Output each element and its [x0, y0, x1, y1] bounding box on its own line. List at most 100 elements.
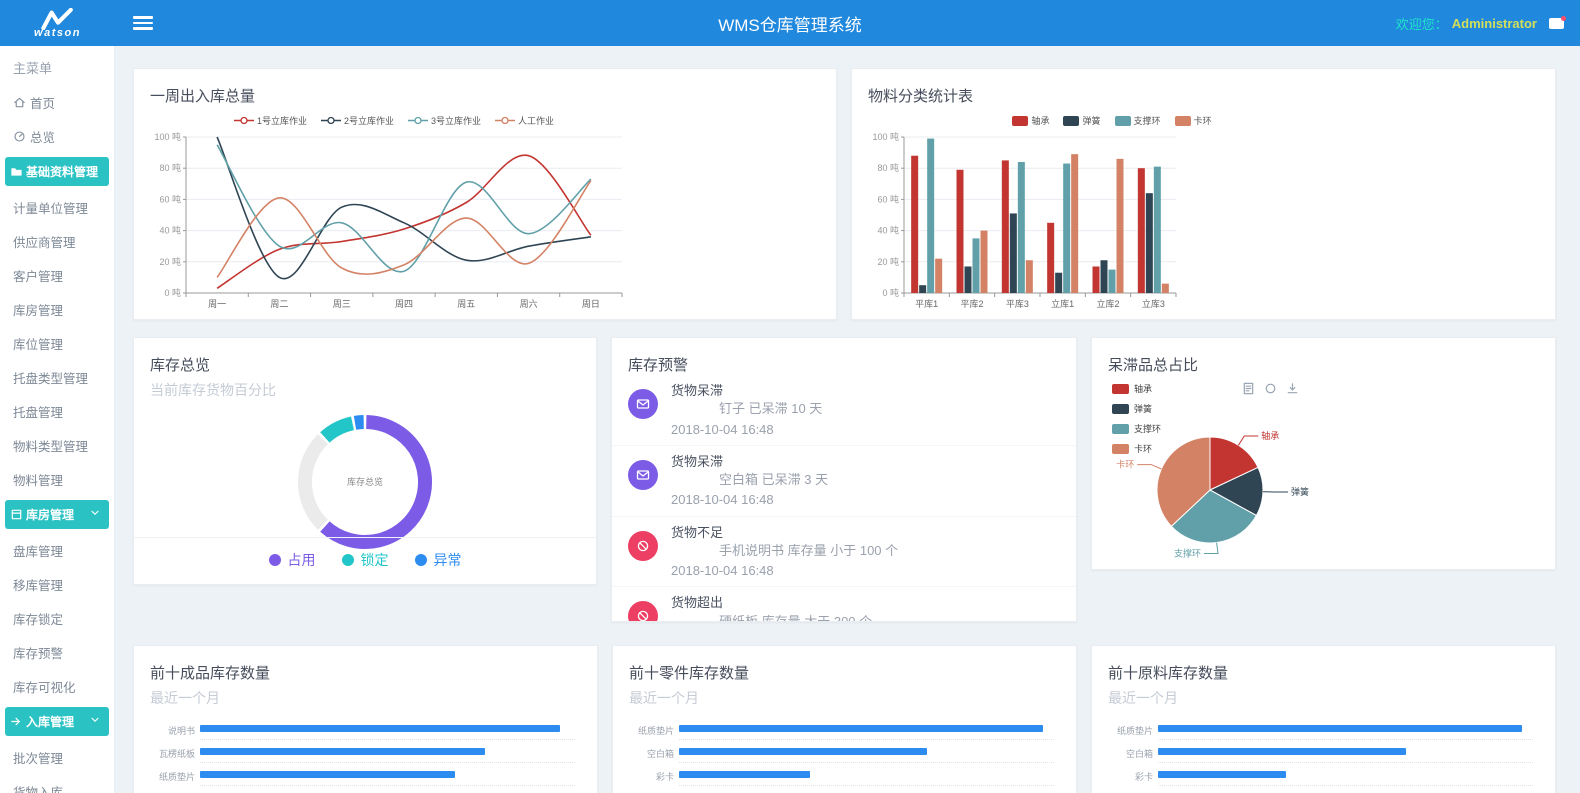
alert-title: 货物呆滞: [671, 454, 1060, 470]
bar-支撑环-立库2: [1109, 270, 1116, 293]
bar-支撑环-平库2: [973, 238, 980, 293]
data-view-icon: [1242, 382, 1255, 395]
svg-text:周日: 周日: [582, 299, 600, 309]
bar-轴承-平库1: [911, 156, 918, 293]
sidebar-item-物料管理[interactable]: 物料管理: [0, 462, 114, 496]
ban-icon: [628, 531, 658, 561]
card-inventory-alerts: 库存预警 货物呆滞钉子 已呆滞 10 天2018-10-04 16:48货物呆滞…: [611, 337, 1077, 622]
message-icon[interactable]: [1549, 18, 1564, 29]
sidebar-item-库房管理[interactable]: 库房管理: [0, 292, 114, 326]
svg-text:立库1: 立库1: [1051, 298, 1074, 309]
line-chart: 0 吨20 吨40 吨60 吨80 吨100 吨周一周二周三周四周五周六周日: [142, 127, 836, 320]
refresh-icon: [1264, 382, 1277, 395]
hbar-label: 纸质垫片: [627, 722, 679, 737]
legend-item-轴承[interactable]: 轴承: [1112, 382, 1161, 395]
sidebar-item-首页[interactable]: 首页: [0, 85, 114, 119]
sidebar-item-物料类型管理[interactable]: 物料类型管理: [0, 428, 114, 462]
sidebar-item-托盘类型管理[interactable]: 托盘类型管理: [0, 360, 114, 394]
legend-item-弹簧[interactable]: 弹簧: [1063, 114, 1100, 127]
svg-text:周四: 周四: [395, 299, 413, 309]
hbar-row-瓦楞纸板: 瓦楞纸板: [148, 745, 575, 768]
download-icon[interactable]: [1286, 382, 1299, 395]
sidebar-item-基础资料管理[interactable]: 基础资料管理: [5, 157, 109, 186]
ban-icon: [628, 601, 658, 622]
dashboard-row-3: 前十成品库存数量 最近一个月 说明书瓦楞纸板纸质垫片空白箱 前十零件库存数量 最…: [133, 645, 1556, 793]
legend-item-轴承[interactable]: 轴承: [1012, 114, 1049, 127]
sidebar-item-入库管理[interactable]: 入库管理: [5, 707, 109, 736]
sidebar-item-计量单位管理[interactable]: 计量单位管理: [0, 190, 114, 224]
overview-icon: [13, 130, 26, 143]
alert-title: 货物呆滞: [671, 383, 1060, 399]
svg-text:100 吨: 100 吨: [154, 131, 181, 142]
svg-text:60 吨: 60 吨: [159, 193, 181, 204]
legend-item-支撑环[interactable]: 支撑环: [1115, 114, 1161, 127]
hbar-label: 说明书: [148, 722, 200, 737]
sidebar-item-移库管理[interactable]: 移库管理: [0, 567, 114, 601]
bar-支撑环-立库3: [1154, 167, 1161, 293]
hbar-label: 瓦楞纸板: [148, 745, 200, 760]
folder-icon: [10, 165, 23, 178]
sidebar-item-货物入库[interactable]: 货物入库: [0, 774, 114, 793]
bar-卡环-平库3: [1026, 260, 1033, 293]
sidebar-item-客户管理[interactable]: 客户管理: [0, 258, 114, 292]
svg-text:100 吨: 100 吨: [872, 131, 899, 142]
dashboard-row-1: 一周出入库总量 1号立库作业 2号立库作业 3号立库作业 人工作业 0 吨20 吨40…: [133, 68, 1556, 320]
card-top-raw: 前十原料库存数量 最近一个月 纸质垫片空白箱彩卡说明书: [1091, 645, 1556, 793]
hbar-bar-瓦楞纸板: [200, 748, 485, 755]
hbar-track: [1158, 722, 1533, 745]
card-title: 库存预警: [612, 338, 1076, 375]
refresh-icon[interactable]: [1264, 382, 1277, 395]
sidebar-item-库存预警[interactable]: 库存预警: [0, 635, 114, 669]
sidebar-item-库房管理[interactable]: 库房管理: [5, 500, 109, 529]
legend-item-锁定[interactable]: 锁定: [342, 550, 389, 570]
hbar-bar-纸质垫片: [679, 725, 1043, 732]
svg-text:周一: 周一: [208, 299, 226, 309]
sidebar-item-托盘管理[interactable]: 托盘管理: [0, 394, 114, 428]
alert-row[interactable]: 货物不足手机说明书 库存量 小于 100 个2018-10-04 16:48: [612, 517, 1076, 588]
hbar-track: [200, 768, 575, 791]
alert-row[interactable]: 货物呆滞钉子 已呆滞 10 天2018-10-04 16:48: [612, 375, 1076, 446]
sidebar-item-总览[interactable]: 总览: [0, 119, 114, 153]
home-icon: [13, 96, 26, 109]
legend-item-1号立库作业[interactable]: 1号立库作业: [234, 114, 307, 127]
svg-text:周二: 周二: [270, 299, 288, 309]
legend-item-2号立库作业[interactable]: 2号立库作业: [321, 114, 394, 127]
svg-text:周六: 周六: [520, 298, 538, 309]
sidebar-item-批次管理[interactable]: 批次管理: [0, 740, 114, 774]
bar-卡环-立库3: [1162, 284, 1169, 293]
alert-list: 货物呆滞钉子 已呆滞 10 天2018-10-04 16:48货物呆滞空白箱 已…: [612, 375, 1076, 622]
svg-text:80 吨: 80 吨: [159, 162, 181, 173]
legend-item-卡环[interactable]: 卡环: [1175, 114, 1212, 127]
bar-chart-svg: 0 吨20 吨40 吨60 吨80 吨100 吨平库1平库2平库3立库1立库2立…: [860, 127, 1190, 319]
legend-item-3号立库作业[interactable]: 3号立库作业: [408, 114, 481, 127]
pie-chart-svg: 轴承弹簧支撑环卡环: [1092, 400, 1532, 565]
alert-row[interactable]: 货物超出硬纸板 库存量 大于 300 个2018-10-04 16:48: [612, 587, 1076, 622]
hbar-separator: [1158, 762, 1533, 763]
sidebar-item-库存可视化[interactable]: 库存可视化: [0, 669, 114, 703]
ban-icon: [636, 539, 650, 553]
series-1号立库作业: [217, 155, 591, 288]
svg-text:20 吨: 20 吨: [877, 256, 899, 267]
sidebar-item-供应商管理[interactable]: 供应商管理: [0, 224, 114, 258]
sidebar-item-库位管理[interactable]: 库位管理: [0, 326, 114, 360]
alert-timestamp: 2018-10-04 16:48: [671, 422, 1060, 438]
svg-text:周三: 周三: [333, 299, 351, 309]
data-view-icon[interactable]: [1242, 382, 1255, 395]
menu-toggle-button[interactable]: [133, 13, 153, 33]
bar-弹簧-立库2: [1101, 260, 1108, 293]
legend-item-占用[interactable]: 占用: [269, 550, 316, 570]
legend-item-人工作业[interactable]: 人工作业: [495, 114, 554, 127]
legend-item-异常[interactable]: 异常: [415, 550, 462, 570]
line-chart-svg: 0 吨20 吨40 吨60 吨80 吨100 吨周一周二周三周四周五周六周日: [142, 127, 662, 319]
card-title: 一周出入库总量: [134, 69, 836, 106]
alert-row[interactable]: 货物呆滞空白箱 已呆滞 3 天2018-10-04 16:48: [612, 446, 1076, 517]
bar-chart: 0 吨20 吨40 吨60 吨80 吨100 吨平库1平库2平库3立库1立库2立…: [860, 127, 1555, 320]
sidebar-item-盘库管理[interactable]: 盘库管理: [0, 533, 114, 567]
envelope-icon: [636, 468, 650, 482]
sidebar-item-库存锁定[interactable]: 库存锁定: [0, 601, 114, 635]
hbar-separator: [1158, 785, 1533, 786]
hbar-track: [1158, 768, 1533, 791]
username[interactable]: Administrator: [1452, 16, 1537, 31]
ban-icon: [636, 609, 650, 622]
hbar-chart: 说明书瓦楞纸板纸质垫片空白箱: [134, 708, 597, 793]
